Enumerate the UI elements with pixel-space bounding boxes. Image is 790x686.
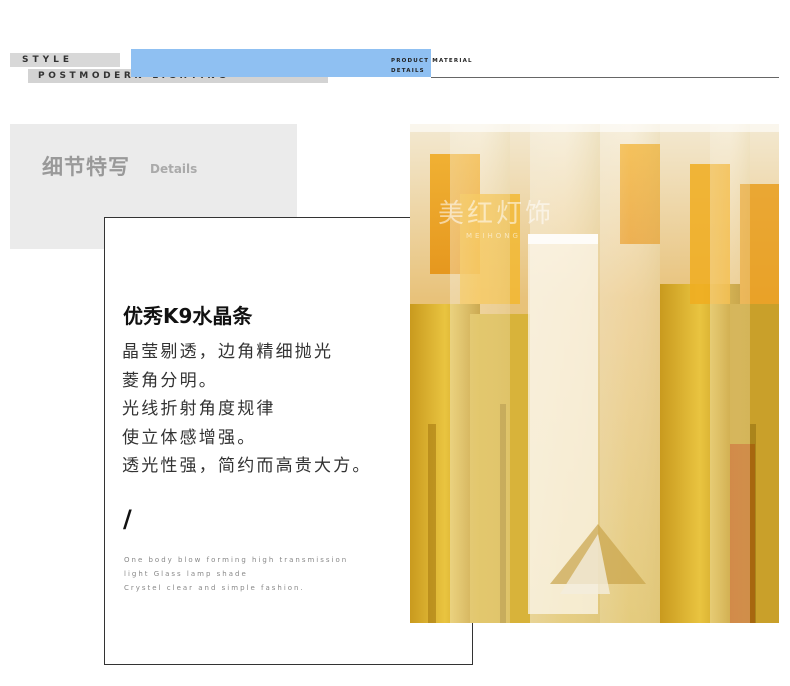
product-material-line1: PRODUCT MATERIAL bbox=[391, 58, 473, 64]
english-line: light Glass lamp shade bbox=[124, 570, 248, 578]
feature-line: 光线折射角度规律 bbox=[122, 399, 276, 419]
feature-heading: 优秀K9水晶条 bbox=[123, 304, 253, 328]
section-title-en: Details bbox=[150, 162, 198, 176]
header-divider bbox=[431, 77, 779, 78]
feature-line: 使立体感增强。 bbox=[122, 427, 257, 448]
slash-mark: / bbox=[123, 505, 132, 533]
feature-english-text: One body blow forming high transmission … bbox=[124, 553, 348, 595]
feature-line: 晶莹剔透，边角精细抛光 bbox=[122, 342, 334, 362]
english-line: One body blow forming high transmission bbox=[124, 556, 349, 564]
english-line: Crystel clear and simple fashion. bbox=[124, 584, 305, 592]
watermark-subtext: MEIHONG bbox=[466, 232, 521, 240]
watermark-text: 美红灯饰 bbox=[438, 199, 555, 229]
feature-line: 菱角分明。 bbox=[122, 370, 218, 391]
accent-bar bbox=[131, 49, 431, 77]
style-label: STYLE bbox=[22, 55, 74, 65]
product-material-label: PRODUCT MATERIAL DETAILS bbox=[391, 56, 473, 76]
product-material-line2: DETAILS bbox=[391, 68, 425, 74]
feature-description: 晶莹剔透，边角精细抛光 菱角分明。 光线折射角度规律 使立体感增强。 透光性强，… bbox=[122, 338, 372, 481]
feature-line: 透光性强，简约而高贵大方。 bbox=[122, 456, 372, 476]
section-title-cn: 细节特写 bbox=[42, 155, 130, 179]
